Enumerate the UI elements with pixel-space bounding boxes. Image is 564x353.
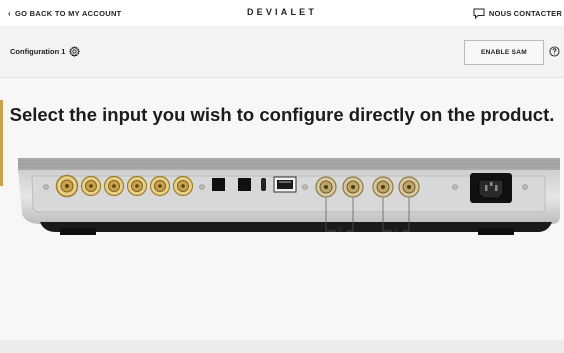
channel-label-right: R [338,227,344,234]
rca-connector-right[interactable] [315,176,337,198]
rca-connector-right[interactable] [342,176,364,198]
contact-link[interactable]: NOUS CONTACTER [473,8,562,19]
screw [199,184,205,190]
rca-connector[interactable] [172,175,194,197]
rca-connector[interactable] [103,175,125,197]
configuration-bar: Configuration 1 ENABLE SAM [0,26,564,78]
screw [43,184,49,190]
device-rear-panel [18,158,560,235]
power-socket [470,173,512,203]
screw [452,184,458,190]
screw [522,184,528,190]
chat-bubble-icon [473,8,485,19]
contact-label: NOUS CONTACTER [488,8,562,18]
rca-connector[interactable] [80,175,102,197]
enable-sam-button[interactable]: ENABLE SAM [464,40,544,65]
top-header: ‹ GO BACK TO MY ACCOUNT DEVIALET NOUS CO… [0,0,564,26]
question-circle-icon[interactable] [549,46,560,57]
back-link-label: GO BACK TO MY ACCOUNT [14,8,122,18]
usb-c-port[interactable] [261,178,266,191]
ethernet-port[interactable] [273,176,297,193]
screw [302,184,308,190]
gear-icon[interactable] [69,46,81,57]
chevron-left-icon: ‹ [8,8,11,18]
configuration-selector: Configuration 1 [10,46,81,57]
optical-input[interactable] [238,178,251,191]
rca-connector[interactable] [55,174,79,198]
rca-connector-left[interactable] [398,176,420,198]
optical-input[interactable] [212,178,225,191]
configuration-name: Configuration 1 [10,47,66,56]
page-title: Select the input you wish to configure d… [9,104,555,125]
channel-label-left: L [395,227,399,234]
rca-connector[interactable] [126,175,148,197]
back-to-account-link[interactable]: ‹ GO BACK TO MY ACCOUNT [8,9,122,18]
footer-band [0,340,564,353]
rca-connector[interactable] [149,175,171,197]
rca-connector-left[interactable] [372,176,394,198]
brand-logo: DEVIALET [246,7,318,17]
